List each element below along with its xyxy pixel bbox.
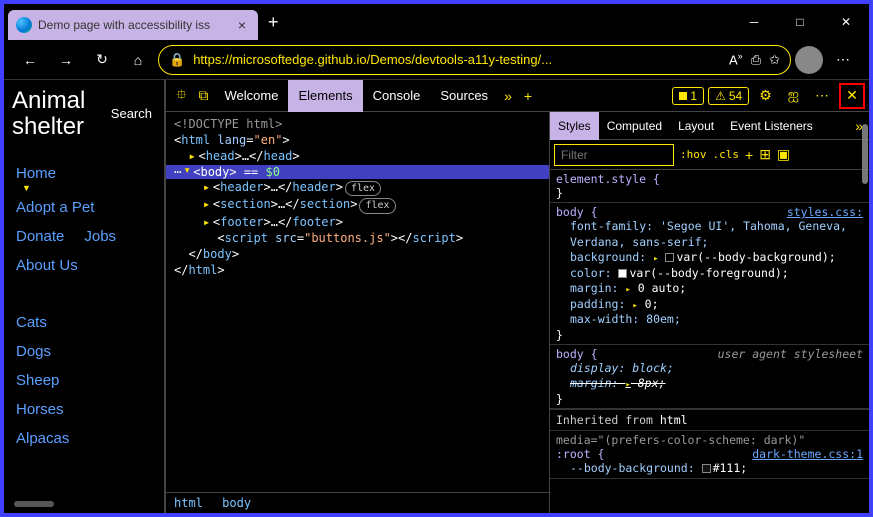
back-button[interactable]: ← [14, 44, 46, 76]
styles-tab-styles[interactable]: Styles [550, 112, 599, 140]
nav-horses[interactable]: Horses [12, 395, 156, 424]
dom-footer[interactable]: ▸<footer>…</footer> [174, 214, 541, 230]
active-indicator-icon: ▼ [22, 183, 156, 193]
errors-badge[interactable]: 1 [672, 87, 704, 105]
tab-sources[interactable]: Sources [430, 80, 498, 112]
devtools-tabs: ⯐ ⧉ Welcome Elements Console Sources » +… [166, 80, 869, 112]
dom-body-close[interactable]: </body> [174, 246, 541, 262]
more-tabs-icon[interactable]: » [498, 88, 518, 104]
close-window-button[interactable]: ✕ [823, 6, 869, 38]
maximize-button[interactable]: □ [777, 6, 823, 38]
styles-filter-input[interactable] [554, 144, 674, 166]
nav-adopt[interactable]: Adopt a Pet [12, 193, 156, 222]
nav-jobs[interactable]: Jobs [80, 222, 120, 251]
profile-avatar[interactable] [795, 46, 823, 74]
hov-toggle[interactable]: :hov [680, 148, 707, 161]
dom-html-close[interactable]: </html> [174, 262, 541, 278]
titlebar: Demo page with accessibility iss × + ─ □… [4, 4, 869, 40]
address-bar[interactable]: 🔒 https://microsoftedge.github.io/Demos/… [158, 45, 791, 75]
horizontal-scrollbar[interactable] [14, 501, 54, 507]
dom-body-selected[interactable]: ⋯▸<body> == $0 [166, 165, 549, 179]
reader-mode-icon[interactable]: A» [729, 51, 743, 67]
inherited-from: Inherited from html [550, 409, 869, 431]
new-rule-icon[interactable]: + [745, 147, 753, 163]
dom-breadcrumb: html body [166, 492, 549, 513]
nav-donate[interactable]: Donate [12, 222, 68, 251]
url-text: https://microsoftedge.github.io/Demos/de… [193, 52, 721, 67]
minimize-button[interactable]: ─ [731, 6, 777, 38]
rule-element-style[interactable]: element.style { } [550, 170, 869, 203]
dom-html-open[interactable]: <html lang="en"> [174, 132, 541, 148]
flexbox-overlay-icon[interactable]: ⊞ [759, 146, 771, 163]
issues-icon[interactable]: ஐ [782, 86, 805, 105]
nav-cats[interactable]: Cats [12, 308, 156, 337]
nav-dogs[interactable]: Dogs [12, 337, 156, 366]
search-label: Search [111, 106, 152, 121]
refresh-button[interactable]: ↻ [86, 44, 118, 76]
devtools-panel: ⯐ ⧉ Welcome Elements Console Sources » +… [164, 80, 869, 513]
lock-icon[interactable]: 🔒 [169, 52, 185, 68]
rule-body[interactable]: body {styles.css: font-family: 'Segoe UI… [550, 203, 869, 345]
add-tab-icon[interactable]: + [518, 88, 538, 104]
styles-pane: Styles Computed Layout Event Listeners »… [549, 112, 869, 513]
warnings-badge[interactable]: ⚠54 [708, 87, 749, 105]
forward-button[interactable]: → [50, 44, 82, 76]
inspect-icon[interactable]: ⯐ [170, 84, 193, 108]
translate-icon[interactable]: ⎙ [751, 52, 761, 68]
tab-title: Demo page with accessibility iss [38, 18, 234, 32]
nav-about[interactable]: About Us [12, 251, 156, 280]
dom-header[interactable]: ▸<header>…</header>flex [174, 179, 541, 197]
webpage-content: Animal shelter Search Home ▼ Adopt a Pet… [4, 80, 164, 513]
rule-root[interactable]: media="(prefers-color-scheme: dark)" :ro… [550, 431, 869, 480]
nav-alpacas[interactable]: Alpacas [12, 424, 156, 453]
tab-console[interactable]: Console [363, 80, 431, 112]
settings-icon[interactable]: ⚙ [753, 87, 778, 104]
edge-favicon [16, 17, 32, 33]
cls-toggle[interactable]: .cls [713, 148, 740, 161]
styles-scrollbar[interactable] [862, 170, 868, 184]
menu-button[interactable]: ⋯ [827, 44, 859, 76]
favorite-icon[interactable]: ✩ [769, 52, 780, 68]
styles-tab-computed[interactable]: Computed [599, 112, 670, 140]
home-button[interactable]: ⌂ [122, 44, 154, 76]
device-toggle-icon[interactable]: ⧉ [193, 87, 215, 104]
styles-tab-events[interactable]: Event Listeners [722, 112, 821, 140]
new-tab-button[interactable]: + [258, 12, 289, 33]
more-icon[interactable]: ⋯ [809, 87, 835, 104]
close-tab-icon[interactable]: × [234, 17, 250, 33]
dom-script[interactable]: <script src="buttons.js"></script> [174, 230, 541, 246]
dark-theme-link[interactable]: dark-theme.css:1 [752, 447, 863, 461]
dom-head[interactable]: ▸<head>…</head> [174, 148, 541, 164]
rule-body-ua[interactable]: body {user agent stylesheet display: blo… [550, 345, 869, 409]
style-rules[interactable]: element.style { } body {styles.css: font… [550, 170, 869, 513]
close-devtools-button[interactable]: ✕ [839, 83, 865, 109]
tab-elements[interactable]: Elements [288, 80, 362, 112]
dom-doctype[interactable]: <!DOCTYPE html> [174, 116, 541, 132]
crumb-body[interactable]: body [222, 496, 251, 510]
browser-toolbar: ← → ↻ ⌂ 🔒 https://microsoftedge.github.i… [4, 40, 869, 80]
nav-sheep[interactable]: Sheep [12, 366, 156, 395]
dom-section[interactable]: ▸<section>…</section>flex [174, 196, 541, 214]
stylesheet-link[interactable]: styles.css: [787, 205, 863, 219]
dom-tree[interactable]: <!DOCTYPE html> <html lang="en"> ▸<head>… [166, 112, 549, 513]
computed-toggle-icon[interactable]: ▣ [777, 146, 790, 163]
tab-welcome[interactable]: Welcome [215, 80, 289, 112]
styles-tab-layout[interactable]: Layout [670, 112, 722, 140]
crumb-html[interactable]: html [174, 496, 203, 510]
browser-tab[interactable]: Demo page with accessibility iss × [8, 10, 258, 40]
